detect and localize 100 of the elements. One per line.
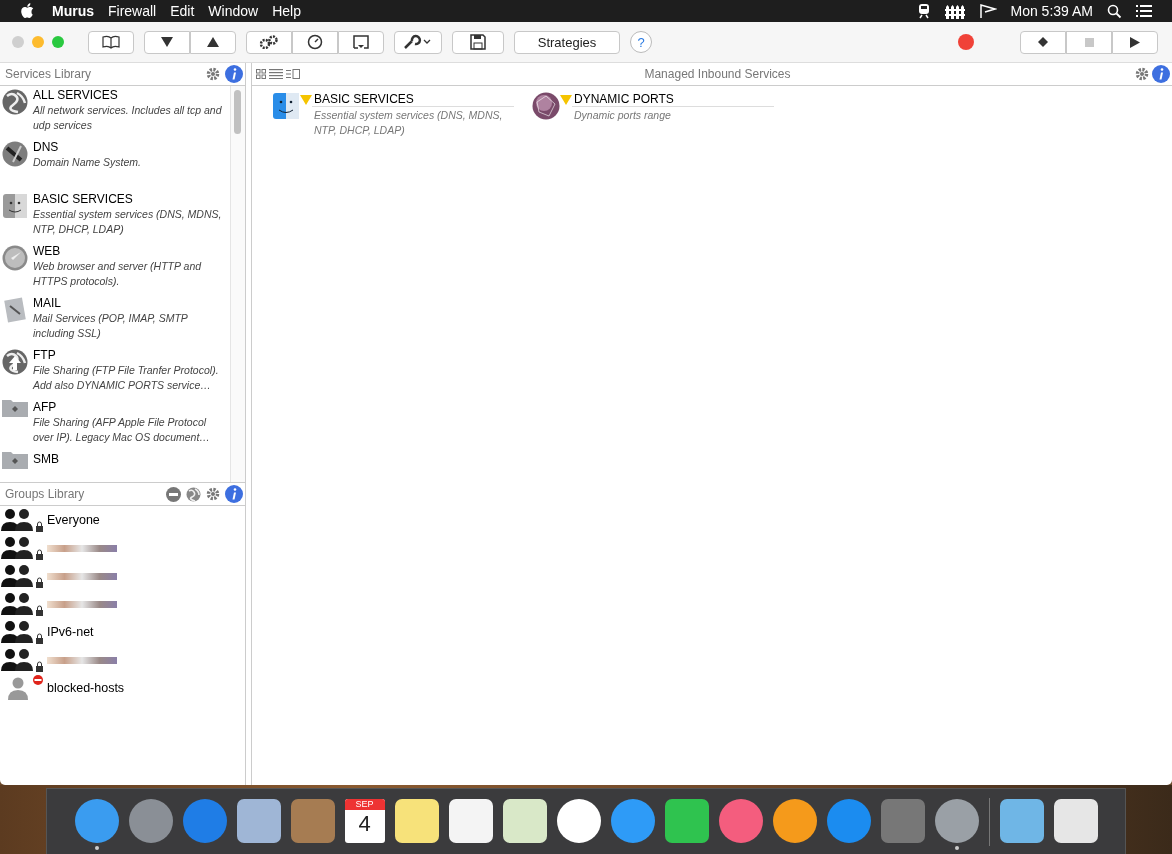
- wrench-dropdown-button[interactable]: [394, 30, 442, 54]
- scrollbar-thumb[interactable]: [234, 90, 241, 134]
- service-name[interactable]: DNS: [33, 140, 223, 155]
- appstore-icon[interactable]: [826, 799, 871, 843]
- play-button[interactable]: [1112, 30, 1158, 54]
- folder-icon: [1, 452, 29, 470]
- face-icon: [1, 192, 29, 220]
- group-icon: [0, 591, 44, 617]
- save-button[interactable]: [452, 30, 504, 54]
- scrollbar[interactable]: [230, 86, 245, 482]
- notes-icon[interactable]: [394, 799, 439, 843]
- remove-icon[interactable]: [166, 486, 181, 502]
- folder-icon: [1, 400, 29, 418]
- window-icon: [353, 35, 369, 49]
- menu-item[interactable]: Edit: [170, 3, 195, 19]
- train-icon[interactable]: [916, 3, 931, 19]
- diamond-button[interactable]: [1020, 30, 1066, 54]
- stamp-icon[interactable]: [236, 799, 281, 843]
- gear-icon[interactable]: [880, 799, 925, 843]
- castle-icon[interactable]: [934, 799, 979, 843]
- service-name[interactable]: BASIC SERVICES: [33, 192, 223, 207]
- info-icon[interactable]: [225, 65, 243, 83]
- menu-item[interactable]: Window: [208, 3, 259, 19]
- compass-icon: [1, 244, 29, 272]
- group-name[interactable]: Everyone: [47, 513, 100, 527]
- info-icon[interactable]: [1152, 65, 1170, 83]
- messages-icon[interactable]: [610, 799, 655, 843]
- books-icon[interactable]: [772, 799, 817, 843]
- service-description: Mail Services (POP, IMAP, SMTP including SSL): [33, 311, 189, 341]
- info-icon[interactable]: [225, 485, 243, 503]
- help-button[interactable]: ?: [630, 31, 652, 53]
- wrench-icon: [403, 34, 433, 50]
- menu-item[interactable]: Firewall: [108, 3, 157, 19]
- group-icon: [0, 535, 44, 561]
- service-description: Dynamic ports range: [573, 108, 672, 123]
- apple-logo-icon[interactable]: [20, 3, 34, 19]
- group-name[interactable]: blocked-hosts: [47, 681, 125, 695]
- group-icon: [0, 619, 44, 645]
- gauge-button[interactable]: [292, 30, 338, 54]
- down-triangle-icon: [161, 37, 173, 47]
- trash-icon[interactable]: [1053, 799, 1098, 843]
- service-name[interactable]: DYNAMIC PORTS: [572, 92, 774, 107]
- service-name[interactable]: AFP: [33, 400, 223, 415]
- book-button[interactable]: [88, 30, 134, 54]
- diamond-icon: [1038, 37, 1048, 47]
- sphere-icon[interactable]: [532, 92, 560, 120]
- app-menu[interactable]: Murus: [52, 3, 94, 19]
- up-triangle-icon: [207, 37, 219, 47]
- service-description: Essential system services (DNS, MDNS, NTP, DHCP, LDAP): [33, 207, 223, 237]
- list-view-icon[interactable]: [269, 69, 283, 79]
- flag-icon[interactable]: [978, 3, 997, 19]
- service-name[interactable]: FTP: [33, 348, 223, 363]
- stamp-icon: [1, 296, 29, 324]
- downloads-icon[interactable]: [999, 799, 1044, 843]
- triangle-icon: [300, 95, 312, 105]
- strategies-button[interactable]: Strategies: [514, 30, 620, 54]
- maps-icon[interactable]: [502, 799, 547, 843]
- grid-view-icon[interactable]: [256, 69, 266, 79]
- service-name[interactable]: WEB: [33, 244, 223, 259]
- globe-icon[interactable]: [186, 486, 201, 502]
- gears-button[interactable]: [246, 30, 292, 54]
- globe-icon: [1, 88, 29, 116]
- record-button[interactable]: [958, 34, 974, 50]
- service-description: Domain Name System.: [33, 155, 142, 170]
- compass-icon[interactable]: [182, 799, 227, 843]
- service-description: All network services. Includes all tcp and udp services: [33, 103, 223, 133]
- reminders-icon[interactable]: [448, 799, 493, 843]
- gears-icon: [259, 35, 279, 49]
- contacts-icon[interactable]: [290, 799, 335, 843]
- move-up-button[interactable]: [190, 30, 236, 54]
- group-icon: [0, 507, 44, 533]
- group-name[interactable]: IPv6-net: [47, 625, 94, 639]
- calendar-icon[interactable]: SEP 4: [344, 799, 385, 843]
- face-icon[interactable]: [272, 92, 300, 120]
- rocket-icon[interactable]: [128, 799, 173, 843]
- search-icon[interactable]: [1107, 3, 1122, 19]
- save-icon: [470, 34, 486, 50]
- service-description: Web browser and server (HTTP and HTTPS protocols).: [33, 259, 203, 289]
- fence-icon[interactable]: [944, 3, 965, 19]
- finder-icon[interactable]: [74, 799, 119, 843]
- facetime-icon[interactable]: [664, 799, 709, 843]
- settings-icon[interactable]: [206, 67, 220, 81]
- menu-bar-clock[interactable]: Mon 5:39 AM: [1010, 3, 1093, 19]
- detail-view-icon[interactable]: [286, 69, 300, 79]
- settings-icon[interactable]: [1135, 67, 1149, 81]
- settings-icon[interactable]: [206, 487, 220, 501]
- globe-tools-icon: [1, 140, 29, 168]
- service-name[interactable]: MAIL: [33, 296, 223, 311]
- service-description: File Sharing (FTP File Tranfer Protocol). Add also DYNAMIC PORTS service…: [33, 363, 220, 393]
- window-button[interactable]: [338, 30, 384, 54]
- service-description: Essential system services (DNS, MDNS, NTP, DHCP, LDAP): [313, 108, 504, 138]
- music-icon[interactable]: [718, 799, 763, 843]
- panel-title: Managed Inbound Services: [643, 67, 792, 81]
- service-name[interactable]: SMB: [33, 452, 59, 467]
- service-name[interactable]: BASIC SERVICES: [312, 92, 514, 107]
- list-icon[interactable]: [1136, 4, 1152, 18]
- menu-item[interactable]: Help: [272, 3, 301, 19]
- service-name[interactable]: ALL SERVICES: [33, 88, 223, 103]
- photos-icon[interactable]: [556, 799, 601, 843]
- move-down-button[interactable]: [144, 30, 190, 54]
